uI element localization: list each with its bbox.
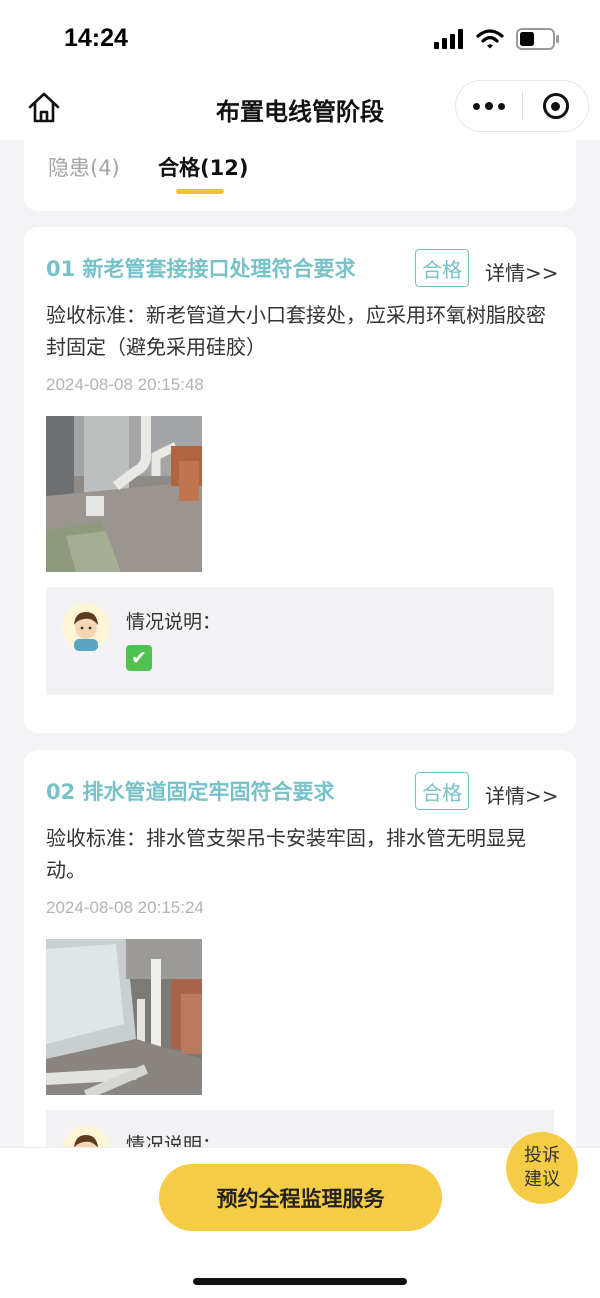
- wifi-icon: [476, 29, 504, 49]
- mini-program-capsule: [455, 80, 589, 132]
- complaint-suggestion-button[interactable]: 投诉 建议: [506, 1132, 578, 1204]
- inspection-photo[interactable]: [46, 939, 202, 1095]
- inspection-title: 01 新老管套接接口处理符合要求: [46, 257, 356, 281]
- cellular-signal-icon: [434, 29, 463, 49]
- inspection-card: 01 新老管套接接口处理符合要求 合格 详情>> 验收标准：新老管道大小口套接处…: [24, 227, 576, 733]
- status-badge: 合格: [415, 249, 469, 287]
- tabs-card: 隐患(4) 合格(12): [24, 140, 576, 211]
- check-mark-icon: ✔: [126, 645, 152, 671]
- status-icons: [434, 28, 560, 50]
- complaint-label-line1: 投诉: [524, 1145, 560, 1166]
- status-time: 14:24: [64, 24, 128, 52]
- acceptance-standard: 验收标准：排水管支架吊卡安装牢固，排水管无明显晃动。: [46, 826, 526, 882]
- more-icon[interactable]: [456, 81, 522, 131]
- tab-hidden-dangers[interactable]: 隐患(4): [48, 152, 120, 182]
- close-miniprogram-icon[interactable]: [523, 93, 588, 119]
- inspection-timestamp: 2024-08-08 20:15:24: [46, 898, 204, 917]
- home-indicator[interactable]: [193, 1278, 407, 1285]
- inspection-timestamp: 2024-08-08 20:15:48: [46, 375, 204, 394]
- battery-icon: [516, 28, 559, 50]
- details-link[interactable]: 详情>>: [485, 257, 559, 286]
- book-supervision-button[interactable]: 预约全程监理服务: [159, 1164, 442, 1231]
- status-badge: 合格: [415, 772, 469, 810]
- inspection-title: 02 排水管道固定牢固符合要求: [46, 780, 335, 804]
- note-label: 情况说明：: [126, 611, 222, 633]
- active-tab-indicator: [176, 189, 224, 194]
- avatar: [62, 603, 110, 651]
- nav-bar: 布置电线管阶段: [0, 80, 600, 140]
- tab-passed[interactable]: 合格(12): [158, 152, 248, 182]
- inspection-photo[interactable]: [46, 416, 202, 572]
- status-bar: 14:24: [0, 0, 600, 80]
- acceptance-standard: 验收标准：新老管道大小口套接处，应采用环氧树脂胶密封固定（避免采用硅胶）: [46, 303, 546, 359]
- details-link[interactable]: 详情>>: [485, 780, 559, 809]
- complaint-label-line2: 建议: [524, 1169, 560, 1190]
- inspection-card: 02 排水管道固定牢固符合要求 合格 详情>> 验收标准：排水管支架吊卡安装牢固…: [24, 750, 576, 1218]
- situation-note: 情况说明： ✔: [46, 587, 554, 695]
